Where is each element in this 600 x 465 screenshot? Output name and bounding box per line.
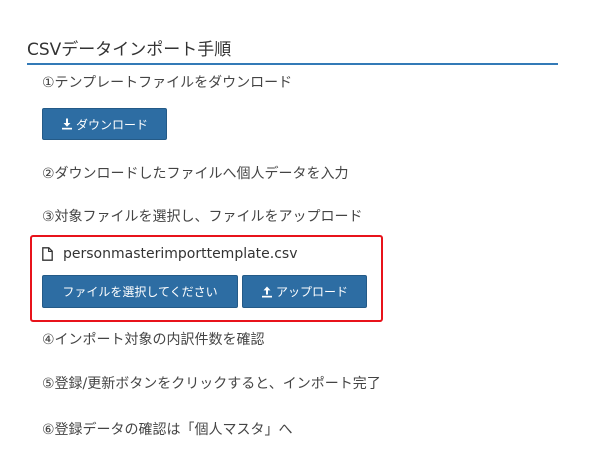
step-3-text: ③対象ファイルを選択し、ファイルをアップロード [42,209,363,225]
choose-file-button[interactable]: ファイルを選択してください [42,275,238,308]
upload-button-label: アップロード [275,285,348,299]
step-1-text: ①テンプレートファイルをダウンロード [42,75,293,91]
step-6-text: ⑥登録データの確認は「個人マスタ」へ [42,422,293,438]
download-button-label: ダウンロード [75,117,148,132]
selected-file-name: personmasterimporttemplate.csv [63,246,298,262]
step-2-text: ②ダウンロードしたファイルへ個人データを入力 [42,166,349,182]
choose-file-button-label: ファイルを選択してください [62,285,218,299]
download-button[interactable]: ダウンロード [42,108,167,140]
upload-icon [261,286,273,298]
file-icon [42,247,53,261]
upload-button[interactable]: アップロード [242,275,367,308]
step-4-text: ④インポート対象の内訳件数を確認 [42,332,265,348]
page-title: CSVデータインポート手順 [27,40,232,60]
download-icon [61,118,73,130]
step-5-text: ⑤登録/更新ボタンをクリックすると、インポート完了 [42,376,381,392]
title-underline [27,63,558,65]
selected-file: personmasterimporttemplate.csv [42,244,298,264]
